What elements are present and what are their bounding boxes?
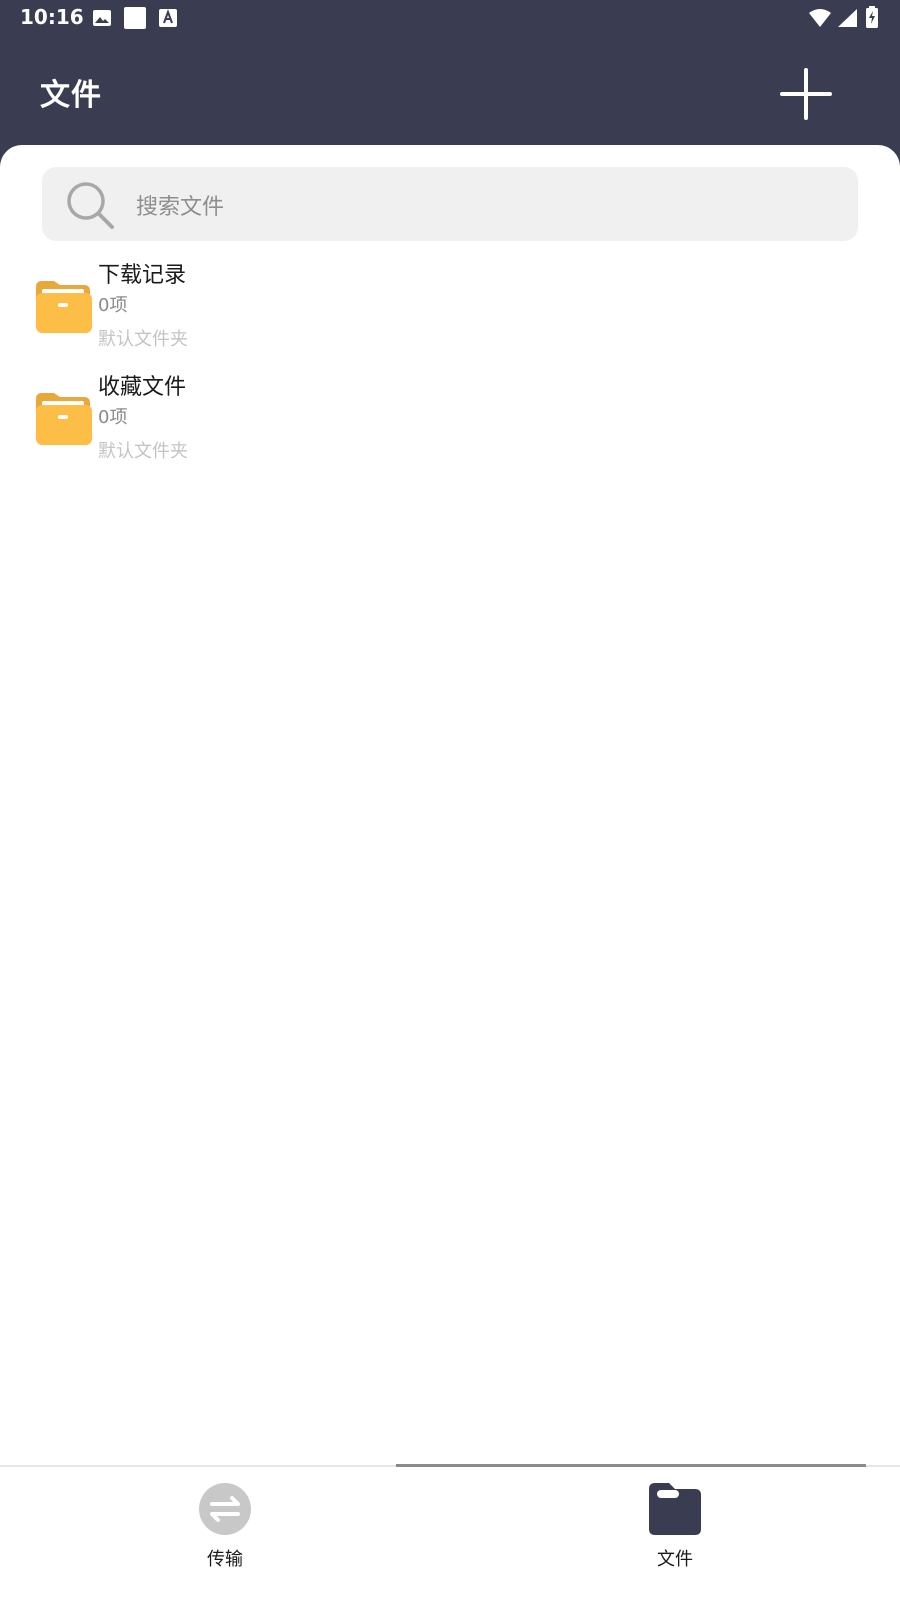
plus-icon <box>780 68 832 120</box>
nav-item-transfer[interactable]: 传输 <box>125 1467 325 1577</box>
folder-icon <box>649 1483 701 1535</box>
folder-description: 默认文件夹 <box>98 329 188 350</box>
status-bar: 10:16 <box>0 0 900 36</box>
page-title: 文件 <box>40 78 102 113</box>
wifi-icon <box>809 9 831 27</box>
folder-name: 下载记录 <box>98 263 187 288</box>
search-icon <box>67 182 114 229</box>
list-item[interactable]: 收藏文件 0项 默认文件夹 <box>0 367 900 479</box>
folder-list: 下载记录 0项 默认文件夹 收藏文件 0项 默认文件夹 <box>0 255 900 479</box>
folder-icon <box>36 281 92 333</box>
content-sheet: 搜索文件 下载记录 0项 默认文件夹 收藏文件 0项 默认文件夹 <box>0 145 900 1465</box>
folder-description: 默认文件夹 <box>98 441 188 462</box>
folder-icon <box>36 393 92 445</box>
search-placeholder: 搜索文件 <box>136 195 225 220</box>
list-item[interactable]: 下载记录 0项 默认文件夹 <box>0 255 900 367</box>
screen: 10:16 文件 搜索文件 下载记录 0项 默认文件夹 收藏文件 0项 默认文件… <box>0 0 900 1600</box>
add-button[interactable] <box>778 66 834 122</box>
nav-item-files[interactable]: 文件 <box>575 1467 775 1577</box>
battery-icon <box>866 6 878 28</box>
square-icon <box>124 7 146 29</box>
signal-icon <box>838 9 857 27</box>
image-icon <box>93 10 111 26</box>
folder-count: 0项 <box>98 407 128 428</box>
a-icon <box>159 9 177 27</box>
bottom-nav: 传输 文件 <box>0 1464 900 1600</box>
search-input[interactable]: 搜索文件 <box>42 167 858 241</box>
status-time: 10:16 <box>20 5 84 29</box>
app-bar: 文件 <box>0 36 900 146</box>
folder-name: 收藏文件 <box>98 375 187 400</box>
transfer-icon <box>199 1483 251 1535</box>
nav-label-files: 文件 <box>657 1549 693 1570</box>
folder-count: 0项 <box>98 295 128 316</box>
nav-label-transfer: 传输 <box>207 1549 243 1570</box>
